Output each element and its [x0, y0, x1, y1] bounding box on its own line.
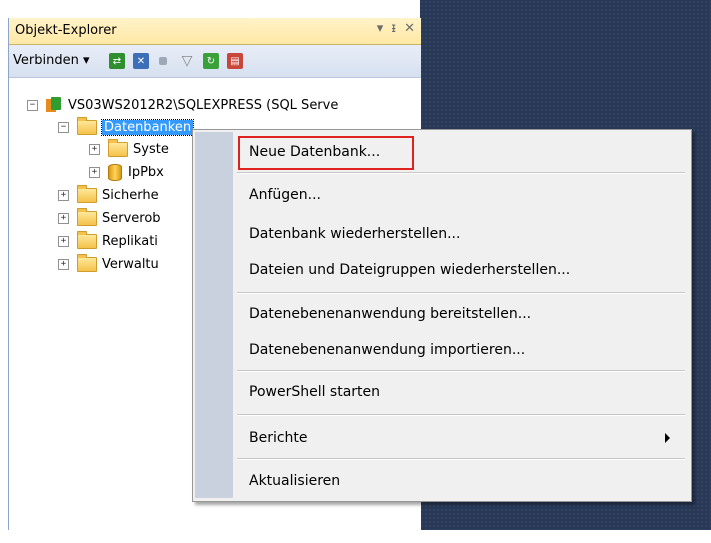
- context-menu: Neue Datenbank... Anfügen... Datenbank w…: [192, 129, 692, 502]
- replication-label: Replikati: [102, 233, 158, 249]
- menu-item-refresh[interactable]: Aktualisieren: [249, 470, 340, 492]
- expand-icon[interactable]: +: [89, 166, 100, 178]
- tree-node-server[interactable]: − VS03WS2012R2\SQLEXPRESS (SQL Serve: [27, 94, 338, 116]
- bottom-border: [0, 530, 711, 543]
- menu-item-reports[interactable]: Berichte: [249, 427, 308, 449]
- expand-icon[interactable]: +: [58, 235, 69, 247]
- pin-icon[interactable]: ᵻ: [391, 21, 396, 36]
- tree-node-system-databases[interactable]: + Syste: [89, 138, 169, 160]
- tree-node-databases[interactable]: − Datenbanken: [58, 116, 195, 138]
- menu-separator: [237, 370, 685, 372]
- expand-icon[interactable]: +: [58, 212, 69, 224]
- tree-node-replication[interactable]: + Replikati: [58, 230, 158, 252]
- folder-icon: [77, 207, 97, 226]
- tree-node-server-objects[interactable]: + Serverob: [58, 207, 161, 229]
- expand-icon[interactable]: +: [58, 189, 69, 201]
- user-database-label: IpPbx: [128, 164, 164, 180]
- close-icon[interactable]: ✕: [404, 21, 415, 36]
- menu-item-deploy-data-tier[interactable]: Datenebenenanwendung bereitstellen...: [249, 303, 531, 325]
- menu-item-restore-database[interactable]: Datenbank wiederherstellen...: [249, 223, 460, 245]
- folder-icon: [108, 138, 128, 157]
- menu-item-attach[interactable]: Anfügen...: [249, 184, 321, 206]
- menu-separator: [237, 458, 685, 460]
- highlight-annotation: [238, 136, 414, 170]
- collapse-icon[interactable]: −: [27, 99, 38, 111]
- menu-separator: [237, 414, 685, 416]
- databases-label: Datenbanken: [100, 118, 195, 136]
- folder-icon: [77, 116, 97, 135]
- folder-icon: [77, 253, 97, 272]
- menu-separator: [237, 172, 685, 174]
- refresh-icon[interactable]: ↻: [203, 53, 219, 69]
- stop-icon[interactable]: [159, 57, 167, 65]
- server-icon: [46, 97, 62, 113]
- system-databases-label: Syste: [133, 141, 169, 157]
- expand-icon[interactable]: +: [58, 258, 69, 270]
- dropdown-icon[interactable]: ▾: [377, 21, 384, 36]
- filter-icon[interactable]: ▽: [179, 53, 195, 69]
- collapse-icon[interactable]: −: [58, 121, 69, 133]
- menu-separator: [237, 292, 685, 294]
- menu-item-import-data-tier[interactable]: Datenebenenanwendung importieren...: [249, 339, 525, 361]
- connect-button[interactable]: Verbinden ▾: [13, 53, 89, 68]
- folder-icon: [77, 184, 97, 203]
- security-label: Sicherhe: [102, 187, 159, 203]
- menu-item-start-powershell[interactable]: PowerShell starten: [249, 381, 380, 403]
- panel-title-bar: Objekt-Explorer ▾ ᵻ ✕: [9, 18, 421, 45]
- submenu-arrow-icon: [665, 433, 670, 443]
- activity-monitor-icon[interactable]: ▤: [227, 53, 243, 69]
- server-label: VS03WS2012R2\SQLEXPRESS (SQL Serve: [68, 97, 339, 113]
- expand-icon[interactable]: +: [89, 143, 100, 155]
- management-label: Verwaltu: [102, 256, 159, 272]
- tree-node-user-database[interactable]: + IpPbx: [89, 161, 164, 183]
- tree-node-management[interactable]: + Verwaltu: [58, 253, 159, 275]
- menu-item-restore-files[interactable]: Dateien und Dateigruppen wiederherstelle…: [249, 259, 570, 281]
- tree-node-security[interactable]: + Sicherhe: [58, 184, 159, 206]
- context-menu-icon-gutter: [195, 132, 233, 498]
- connect-object-explorer-icon[interactable]: ⇄: [109, 53, 125, 69]
- panel-title: Objekt-Explorer: [15, 23, 117, 38]
- panel-toolbar: Verbinden ▾ ⇄ ✕ ▽ ↻ ▤: [9, 45, 421, 78]
- folder-icon: [77, 230, 97, 249]
- server-objects-label: Serverob: [102, 210, 161, 226]
- database-icon: [108, 163, 122, 181]
- disconnect-icon[interactable]: ✕: [133, 53, 149, 69]
